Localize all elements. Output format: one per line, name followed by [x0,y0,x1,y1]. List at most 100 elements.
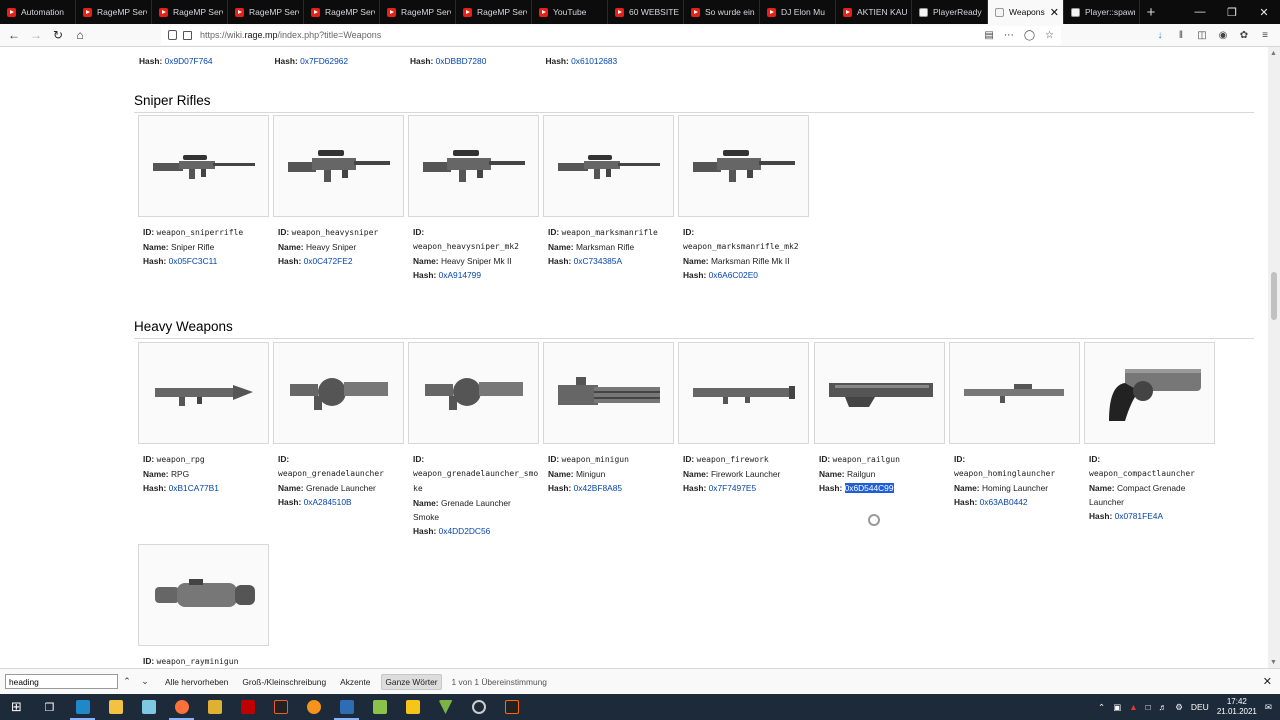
hash-link[interactable]: 0x0781FE4A [1115,511,1163,521]
hash-link[interactable]: 0x61012683 [571,56,617,66]
browser-tab[interactable]: PlayerReady - RA [912,0,988,24]
clock[interactable]: 17:42 21.01.2021 [1217,697,1257,717]
hash-link[interactable]: 0xA914799 [439,270,481,280]
hash-link[interactable]: 0x6A6C02E0 [709,270,758,280]
browser-tab[interactable]: RageMP Serv [152,0,228,24]
new-tab-button[interactable]: + [1140,0,1162,24]
close-window-icon[interactable]: ✕ [1248,0,1280,24]
hash-link[interactable]: 0x4DD2DC56 [439,526,491,536]
lock-icon[interactable] [183,30,192,40]
app-icon-1[interactable] [66,694,99,720]
tray-chevron-icon[interactable]: ⌃ [1098,702,1105,713]
match-case-toggle[interactable]: Groß-/Kleinschreibung [239,675,329,689]
weapon-image[interactable] [814,342,945,444]
language-indicator[interactable]: DEU [1191,702,1209,712]
browser-tab[interactable]: RageMP Serv [76,0,152,24]
hash-link[interactable]: 0x63AB0442 [980,497,1028,507]
app-icon-5[interactable] [396,694,429,720]
weapon-image[interactable] [543,342,674,444]
bookmark-star-icon[interactable]: ☆ [1045,30,1054,41]
scroll-down-icon[interactable]: ▼ [1270,659,1277,666]
hash-link[interactable]: 0x0C472FE2 [304,256,353,266]
whole-words-toggle[interactable]: Ganze Wörter [381,673,442,690]
windows-start-icon[interactable]: ⊞ [0,694,33,720]
browser-tab[interactable]: Weapons - RA✕ [988,0,1064,24]
weapon-image[interactable] [678,115,809,217]
tray-alert-icon[interactable]: ▲ [1129,702,1137,712]
forward-arrow-icon[interactable]: → [25,24,47,46]
visual-studio-icon[interactable] [330,694,363,720]
weapon-image[interactable] [543,115,674,217]
browser-tab[interactable]: So wurde ein [684,0,760,24]
hash-link[interactable]: 0x42BF8A85 [574,483,622,493]
browser-tab[interactable]: YouTube [532,0,608,24]
browser-tab[interactable]: 60 WEBSITES [608,0,684,24]
app-icon-6[interactable] [429,694,462,720]
browser-tab[interactable]: RageMP Serv [456,0,532,24]
home-icon[interactable]: ⌂ [69,24,91,46]
app-icon-7[interactable] [462,694,495,720]
minimize-icon[interactable]: — [1184,0,1216,24]
hash-link[interactable]: 0xDBBD7280 [436,56,487,66]
page-actions-icon[interactable]: ⋯ [1004,30,1014,41]
hash-link[interactable]: 0xB1CA77B1 [169,483,219,493]
restore-icon[interactable]: ❐ [1216,0,1248,24]
weapon-image[interactable] [949,342,1080,444]
find-input[interactable] [5,674,118,689]
task-view-icon[interactable]: ❐ [33,694,66,720]
sidebar-icon[interactable]: ◫ [1193,30,1211,41]
page-scrollbar[interactable]: ▲ ▼ [1268,47,1280,668]
notifications-icon[interactable]: ✉ [1265,702,1272,713]
browser-tab[interactable]: AKTIEN KAUF [836,0,912,24]
address-bar[interactable]: https://wiki.rage.mp/index.php?title=Wea… [161,25,1061,45]
hash-link[interactable]: 0x05FC3C11 [169,256,218,266]
browser-tab[interactable]: RageMP Serv [380,0,456,24]
browser-tab[interactable]: Automation [0,0,76,24]
file-explorer-icon[interactable] [99,694,132,720]
shield-icon[interactable] [168,30,177,40]
browser-tab[interactable]: DJ Elon Mu [760,0,836,24]
download-icon[interactable]: ↓ [1151,30,1169,41]
weapon-image[interactable] [138,544,269,646]
back-arrow-icon[interactable]: ← [3,24,25,46]
weapon-image[interactable] [273,342,404,444]
weapon-image[interactable] [1084,342,1215,444]
close-findbar-icon[interactable]: ✕ [1263,675,1272,688]
weapon-image[interactable] [678,342,809,444]
reader-view-icon[interactable]: ▤ [984,30,993,41]
highlight-all-toggle[interactable]: Alle hervorheben [162,675,231,689]
accents-toggle[interactable]: Akzente [337,675,373,689]
hash-link[interactable]: 0x9D07F764 [165,56,213,66]
tray-app-icon[interactable]: ▣ [1113,702,1121,713]
library-icon[interactable]: ‖ [1172,30,1190,41]
hash-link[interactable]: 0x7FD62962 [300,56,348,66]
menu-icon[interactable]: ≡ [1256,30,1274,41]
hash-link[interactable]: 0x7F7497E5 [709,483,757,493]
scrollbar-thumb[interactable] [1271,272,1277,320]
hash-link[interactable]: 0xA284510B [304,497,352,507]
reload-icon[interactable]: ↻ [47,24,69,46]
browser-tab[interactable]: RageMP Serv [228,0,304,24]
weapon-image[interactable] [138,115,269,217]
firefox-icon[interactable] [165,694,198,720]
find-previous-icon[interactable]: ⌃ [118,674,136,689]
hash-link[interactable]: 0xC734385A [574,256,622,266]
pocket-icon[interactable]: ◯ [1024,30,1035,41]
tray-settings-icon[interactable]: ⚙ [1175,702,1183,713]
filezilla-icon[interactable] [231,694,264,720]
weapon-image[interactable] [408,115,539,217]
volume-icon[interactable]: ♬ [1159,702,1168,712]
browser-tab[interactable]: Player::spawn - R [1064,0,1140,24]
browser-tab[interactable]: RageMP Serv [304,0,380,24]
network-icon[interactable]: □ [1146,702,1151,712]
weapon-image[interactable] [273,115,404,217]
extension-icon[interactable]: ✿ [1235,30,1253,41]
find-next-icon[interactable]: ⌄ [136,674,154,689]
weapon-image[interactable] [408,342,539,444]
app-icon-8[interactable] [495,694,528,720]
weapon-image[interactable] [138,342,269,444]
notepad-icon[interactable] [363,694,396,720]
app-icon-4[interactable] [264,694,297,720]
app-icon-2[interactable] [132,694,165,720]
app-icon-3[interactable] [198,694,231,720]
